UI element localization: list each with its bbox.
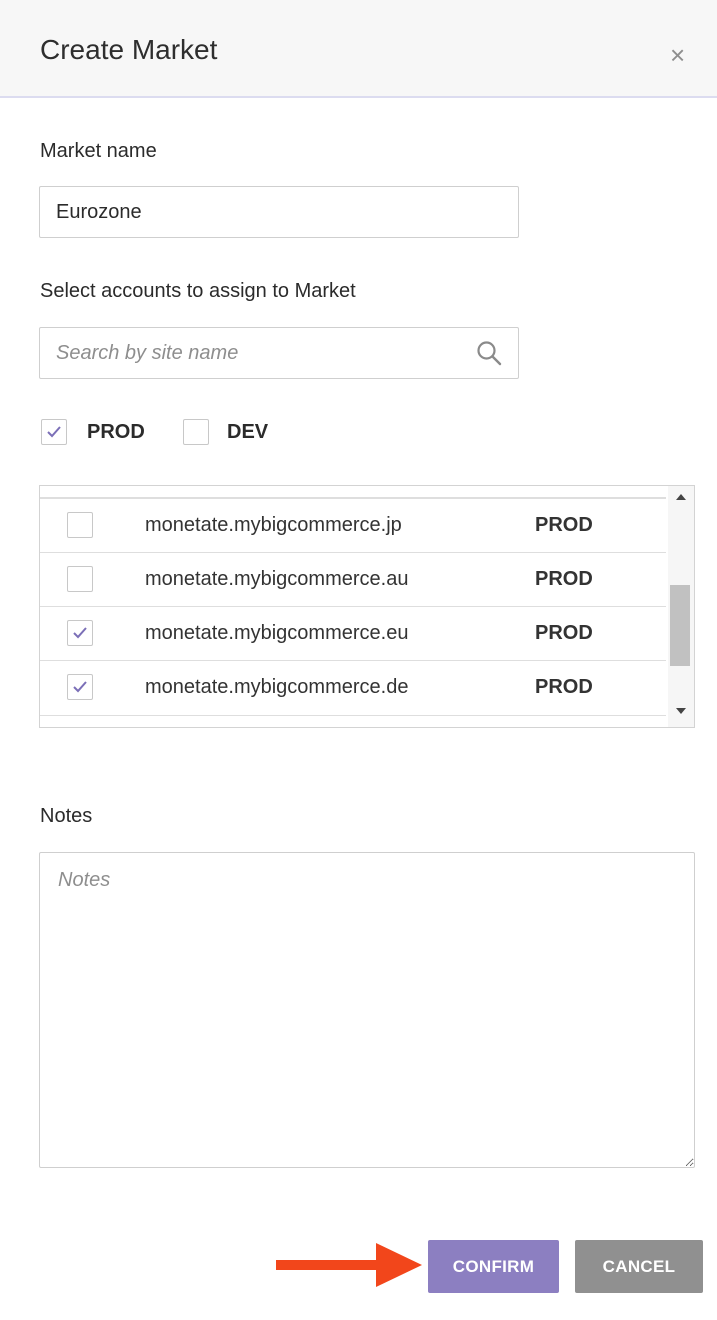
arrow-icon bbox=[276, 1243, 422, 1287]
site-env: PROD bbox=[535, 568, 593, 590]
site-env: PROD bbox=[535, 676, 593, 698]
check-icon bbox=[73, 681, 87, 693]
dev-filter-checkbox[interactable] bbox=[183, 419, 209, 445]
row-checkbox[interactable] bbox=[67, 674, 93, 700]
site-search-input[interactable] bbox=[39, 327, 519, 379]
prod-filter-label: PROD bbox=[87, 421, 145, 443]
row-checkbox[interactable] bbox=[67, 620, 93, 646]
accounts-label: Select accounts to assign to Market bbox=[40, 280, 356, 302]
account-row[interactable]: monetate.mybigcommerce.au PROD bbox=[40, 552, 666, 606]
account-row[interactable]: monetate.mybigcommerce.eu PROD bbox=[40, 606, 666, 660]
market-name-label: Market name bbox=[40, 140, 157, 162]
scrollbar-thumb[interactable] bbox=[670, 585, 690, 666]
row-checkbox[interactable] bbox=[67, 512, 93, 538]
site-name: monetate.mybigcommerce.au bbox=[145, 568, 409, 590]
site-name: monetate.mybigcommerce.de bbox=[145, 676, 409, 698]
dialog-title: Create Market bbox=[40, 34, 218, 65]
market-name-input[interactable] bbox=[39, 186, 519, 238]
notes-label: Notes bbox=[40, 805, 93, 827]
cancel-button[interactable]: CANCEL bbox=[575, 1240, 703, 1293]
dev-filter-label: DEV bbox=[227, 421, 269, 443]
search-icon[interactable] bbox=[476, 340, 502, 366]
accounts-list[interactable]: monetate.mybigcommerce.jp PROD monetate.… bbox=[39, 485, 695, 728]
scroll-up-icon[interactable] bbox=[676, 494, 686, 500]
confirm-button[interactable]: CONFIRM bbox=[428, 1240, 559, 1293]
notes-textarea[interactable] bbox=[39, 852, 695, 1168]
list-scrollbar[interactable] bbox=[668, 486, 694, 727]
site-name: monetate.mybigcommerce.eu bbox=[145, 622, 409, 644]
account-row[interactable]: monetate.mybigcommerce.jp PROD bbox=[40, 498, 666, 552]
row-divider bbox=[40, 715, 666, 716]
prod-filter-checkbox[interactable] bbox=[41, 419, 67, 445]
row-checkbox[interactable] bbox=[67, 566, 93, 592]
check-icon bbox=[73, 627, 87, 639]
close-icon[interactable]: × bbox=[670, 42, 685, 68]
site-name: monetate.mybigcommerce.jp bbox=[145, 514, 402, 536]
scroll-down-icon[interactable] bbox=[676, 708, 686, 714]
account-row[interactable]: monetate.mybigcommerce.de PROD bbox=[40, 660, 666, 714]
dialog-header: Create Market × bbox=[0, 0, 717, 98]
site-env: PROD bbox=[535, 622, 593, 644]
check-icon bbox=[47, 426, 61, 438]
site-env: PROD bbox=[535, 514, 593, 536]
